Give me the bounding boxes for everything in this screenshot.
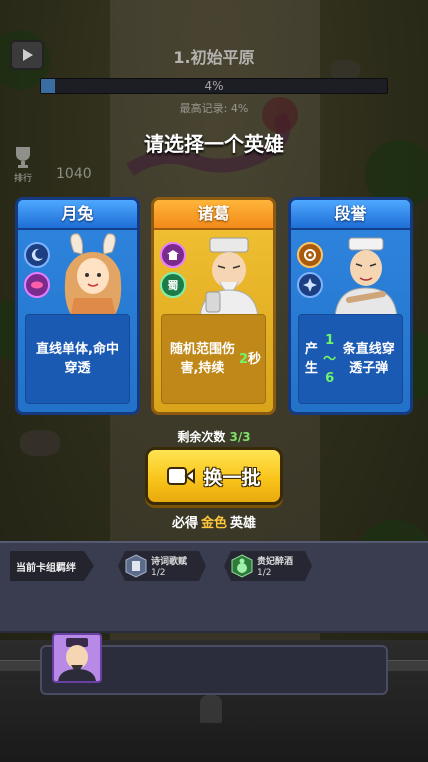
player-character: [200, 695, 222, 723]
swirl-icon: [297, 242, 323, 268]
bond-chip-drunken-concubine[interactable]: 贵妃醉酒 1/2: [224, 551, 312, 581]
bond-progress: 1/2: [151, 568, 166, 578]
hero-portrait: 蜀: [154, 236, 273, 318]
desc-number: 1～6: [323, 332, 337, 386]
progress-percent: 4%: [204, 79, 224, 93]
remaining-refreshes: 剩余次数 3/3: [0, 428, 428, 445]
bond-name: 诗词歌赋: [151, 557, 188, 567]
desc-text: 产生: [304, 342, 318, 376]
hero-name: 月兔: [18, 200, 137, 230]
temple-icon: [160, 242, 186, 268]
desc-text: 条直线穿透子弹: [342, 342, 395, 376]
guarantee-post: 英雄: [230, 516, 257, 531]
zhuge-portrait-art: [199, 237, 259, 318]
remaining-count: 3/3: [229, 430, 251, 444]
shuriken-icon: [297, 272, 323, 298]
hero-skill-description: 随机范围伤害,持续 2 秒: [161, 314, 266, 404]
hero-name: 诸葛: [154, 200, 273, 230]
level-title: 1.初始平原: [173, 48, 255, 67]
bond-chip-poetry[interactable]: 诗词歌赋 1/2: [118, 551, 206, 581]
guarantee-gold: 金色: [200, 516, 227, 531]
refresh-label: 换一批: [203, 466, 261, 489]
bond-name: 贵妃醉酒: [257, 557, 294, 567]
desc-number: 2: [238, 351, 248, 367]
best-record: 最高记录: 4%: [179, 102, 249, 115]
hero-card-yuetu[interactable]: 月兔 直线单体,命中穿透: [15, 197, 140, 415]
lips-icon: [24, 272, 50, 298]
yuetu-portrait-art: [64, 233, 122, 318]
faction-shu-badge: 蜀: [160, 272, 186, 298]
hero-name: 段誉: [291, 200, 410, 230]
faction-label: 蜀: [167, 279, 179, 292]
duanyu-portrait-art: [334, 237, 398, 318]
wall-segment: [0, 660, 40, 671]
video-camera-icon: [167, 467, 196, 485]
score: 1040: [56, 166, 92, 182]
choose-hero-title: 请选择一个英雄: [144, 132, 284, 156]
hero-portrait: [291, 236, 410, 318]
current-deck-bonds-label: 当前卡组羁绊: [10, 551, 94, 581]
guarantee-text: 必得 金色 英雄: [0, 512, 428, 531]
wall-segment: [388, 660, 428, 671]
scroll-icon: [125, 554, 147, 578]
bond-progress: 1/2: [257, 568, 272, 578]
hero-portrait: [18, 233, 137, 318]
desc-text: 随机范围伤害,持续: [169, 342, 235, 376]
desc-text: 秒: [247, 351, 261, 367]
hero-slot-zhuge[interactable]: [52, 633, 102, 683]
hero-skill-description: 直线单体,命中穿透: [25, 314, 130, 404]
moon-icon: [24, 242, 50, 268]
hero-skill-description: 产生 1～6 条直线穿透子弹: [298, 314, 403, 404]
zhuge-avatar-art: [58, 638, 96, 681]
refresh-batch-button[interactable]: 换一批: [145, 447, 283, 505]
bond-panel: 当前卡组羁绊 诗词歌赋 1/2 贵妃醉酒 1/2: [0, 541, 428, 633]
rank-label: 排行: [13, 174, 32, 184]
guarantee-pre: 必得: [171, 516, 198, 531]
wine-gourd-icon: [231, 554, 253, 578]
hero-card-duanyu[interactable]: 段誉 产生 1～6 条直线穿透子弹: [288, 197, 413, 415]
hero-card-zhuge[interactable]: 诸葛 蜀 随机范围伤害,持续 2 秒: [151, 197, 276, 415]
remaining-label: 剩余次数: [177, 430, 226, 444]
